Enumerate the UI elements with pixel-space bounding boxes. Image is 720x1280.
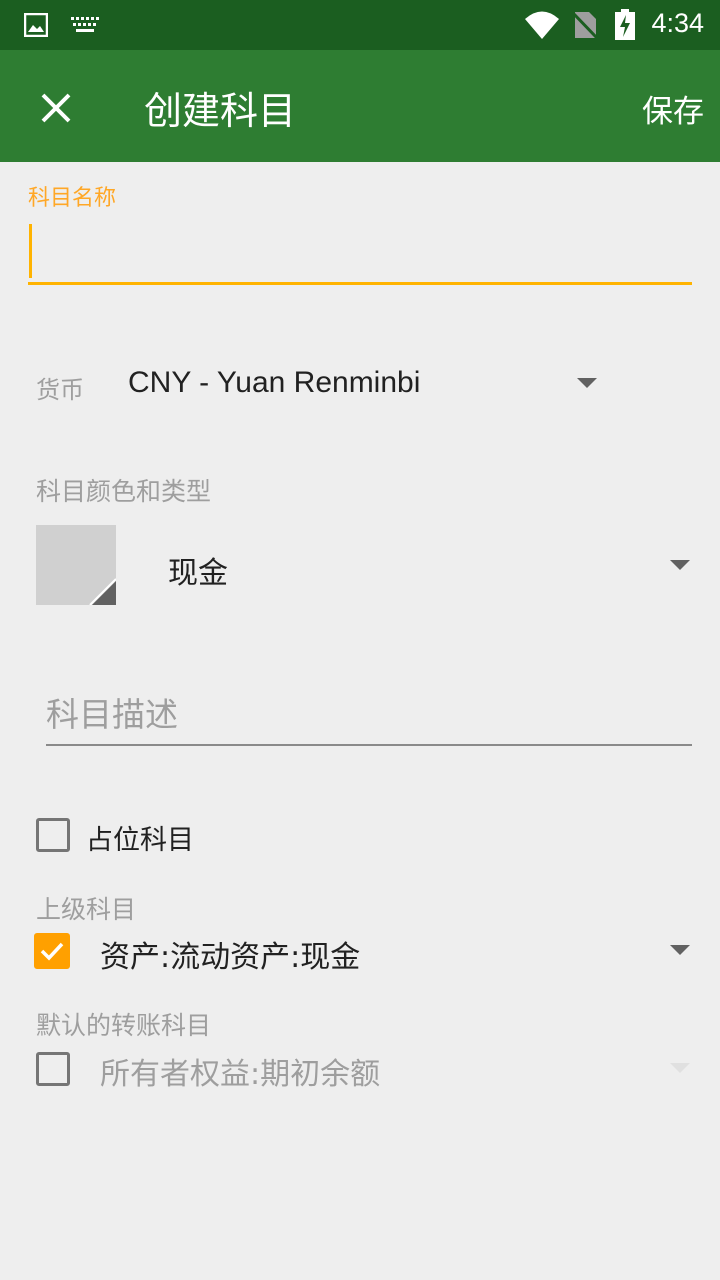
parent-account-label: 上级科目 xyxy=(36,895,137,924)
default-transfer-label: 默认的转账科目 xyxy=(36,1011,212,1040)
status-time: 4:34 xyxy=(651,8,704,38)
image-icon xyxy=(24,13,48,37)
description-input[interactable] xyxy=(46,684,692,746)
placeholder-label: 占位科目 xyxy=(86,825,194,856)
placeholder-checkbox[interactable] xyxy=(36,818,70,852)
page-title: 创建科目 xyxy=(144,89,297,133)
parent-account-dropdown[interactable]: 资产:流动资产:现金 xyxy=(100,932,360,976)
default-transfer-dropdown: 所有者权益:期初余额 xyxy=(100,1057,381,1092)
currency-label: 货币 xyxy=(36,376,84,404)
account-type-dropdown[interactable]: 现金 xyxy=(168,548,228,592)
no-sim-icon xyxy=(572,11,598,39)
color-swatch[interactable] xyxy=(36,525,116,605)
swatch-corner-icon xyxy=(89,578,116,605)
currency-dropdown-arrow-icon[interactable] xyxy=(577,378,597,388)
close-button[interactable] xyxy=(30,82,82,134)
text-cursor xyxy=(29,224,32,278)
currency-dropdown[interactable]: CNY - Yuan Renminbi xyxy=(128,366,420,400)
keyboard-icon xyxy=(71,17,99,32)
default-transfer-checkbox[interactable] xyxy=(36,1052,70,1086)
check-icon xyxy=(40,942,64,961)
account-type-dropdown-arrow-icon[interactable] xyxy=(670,560,690,570)
parent-account-dropdown-arrow-icon[interactable] xyxy=(670,945,690,955)
close-icon xyxy=(41,93,71,123)
wifi-icon xyxy=(525,11,559,39)
account-name-label: 科目名称 xyxy=(28,186,117,211)
save-button[interactable]: 保存 xyxy=(642,86,704,131)
color-type-label: 科目颜色和类型 xyxy=(36,477,212,506)
default-transfer-dropdown-arrow-icon xyxy=(670,1063,690,1073)
battery-charging-icon xyxy=(615,9,635,40)
parent-account-checkbox[interactable] xyxy=(34,933,70,969)
status-bar: 4:34 xyxy=(0,0,720,50)
app-bar: 创建科目 保存 xyxy=(0,50,720,162)
account-name-input[interactable] xyxy=(28,216,692,285)
